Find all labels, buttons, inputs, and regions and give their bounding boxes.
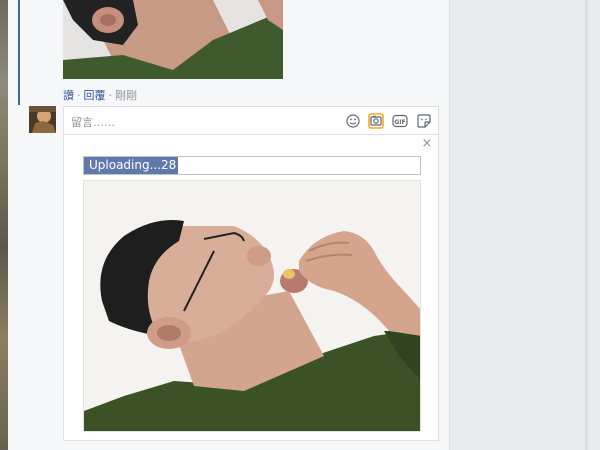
like-link[interactable]: 讚 <box>63 89 74 102</box>
comment-timestamp[interactable]: 剛剛 <box>115 89 137 102</box>
camera-icon[interactable] <box>368 113 384 129</box>
gif-icon[interactable]: GIF <box>392 113 408 129</box>
comment-input[interactable] <box>69 112 323 132</box>
upload-photo-preview[interactable] <box>83 180 421 432</box>
divider <box>449 0 450 450</box>
background-photo-strip <box>0 0 8 450</box>
scrollbar[interactable] <box>585 0 588 450</box>
attachment-preview: × Uploading...28 % <box>63 135 439 441</box>
reply-thread-line <box>18 0 20 105</box>
separator: · <box>108 89 113 102</box>
sticker-icon[interactable] <box>416 113 432 129</box>
comment-photo[interactable] <box>63 0 283 79</box>
emoji-icon[interactable] <box>345 113 361 129</box>
comment-composer: GIF <box>63 106 439 135</box>
avatar[interactable] <box>29 106 56 133</box>
close-icon[interactable]: × <box>421 137 433 151</box>
reply-link[interactable]: 回覆 <box>84 89 106 102</box>
upload-progress-bar: Uploading...28 % <box>83 156 421 175</box>
svg-text:GIF: GIF <box>394 119 405 126</box>
separator: · <box>77 89 81 102</box>
upload-progress-text: Uploading...28 % <box>89 158 192 172</box>
comment-actions: 讚 · 回覆 · 剛剛 <box>63 88 137 104</box>
